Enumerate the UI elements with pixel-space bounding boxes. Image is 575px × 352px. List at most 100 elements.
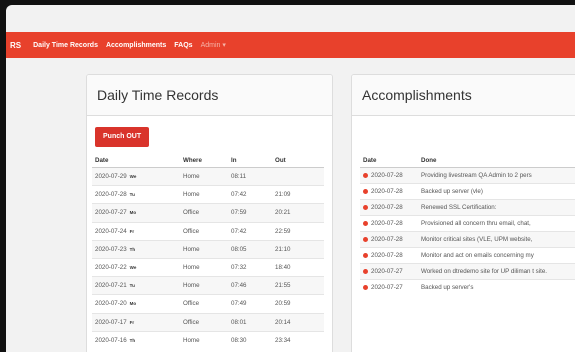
col-where: Where — [180, 154, 228, 168]
dtr-out: 21:10 — [272, 239, 324, 259]
dtr-date: 2020-07-21 — [95, 282, 127, 290]
accomplishments-panel: Accomplishments Date Done 2020-07-28 Prov… — [351, 74, 575, 352]
nav-daily-time-records[interactable]: Daily Time Records — [33, 42, 98, 49]
acc-done: Backed up server (vle) — [418, 183, 575, 200]
dtr-row: 2020-07-16 Th Home 08:30 23:34 — [92, 330, 324, 349]
acc-row: 2020-07-28 Providing livestream QA Admin … — [360, 167, 575, 184]
dtr-where: Office — [180, 312, 228, 332]
dtr-row: 2020-07-28 Tu Home 07:42 21:09 — [92, 185, 324, 204]
dtr-where: Home — [180, 257, 228, 277]
dtr-where: Home — [180, 185, 228, 204]
brand-logo[interactable]: RS — [10, 41, 21, 50]
dtr-out: 20:59 — [272, 294, 324, 313]
bullet-icon — [363, 236, 368, 242]
dtr-out: 21:09 — [272, 185, 324, 204]
col-out: Out — [272, 154, 324, 168]
acc-date: 2020-07-28 — [371, 220, 403, 227]
acc-date: 2020-07-27 — [371, 268, 403, 275]
dtr-day: Fr — [129, 319, 135, 325]
acc-done: Provisioned all concern thru email, chat… — [418, 215, 575, 232]
dtr-date: 2020-07-27 — [95, 209, 127, 217]
dtr-out: 20:21 — [272, 203, 324, 223]
acc-date-cell: 2020-07-28 — [360, 231, 418, 248]
dtr-in: 07:46 — [228, 276, 272, 295]
dtr-out: 23:34 — [272, 330, 324, 349]
dtr-date-cell: 2020-07-24 Fr — [92, 221, 180, 241]
col-acc-date: Date — [360, 154, 418, 168]
acc-date-cell: 2020-07-28 — [360, 199, 418, 216]
acc-panel-title: Accomplishments — [352, 75, 575, 116]
dtr-in: 08:05 — [228, 239, 272, 259]
dtr-day: Tu — [129, 192, 135, 198]
dtr-where: Home — [180, 330, 228, 349]
nav-accomplishments[interactable]: Accomplishments — [106, 42, 166, 49]
dtr-day: Tu — [129, 283, 135, 289]
acc-row: 2020-07-28 Monitor critical sites (VLE, U… — [360, 231, 575, 248]
acc-row: 2020-07-28 Backed up server (vle) — [360, 183, 575, 200]
dtr-day: Fr — [129, 228, 135, 234]
bullet-icon — [363, 220, 368, 226]
bullet-icon — [363, 204, 368, 210]
dtr-in: 07:42 — [228, 185, 272, 204]
top-navbar: RS Daily Time Records Accomplishments FA… — [6, 32, 575, 58]
dtr-date-cell: 2020-07-20 Mo — [92, 294, 180, 313]
dtr-where: Home — [180, 239, 228, 259]
dtr-row: 2020-07-22 We Home 07:32 18:40 — [92, 257, 324, 277]
dtr-in: 08:11 — [228, 166, 272, 186]
dtr-date-cell: 2020-07-22 We — [92, 257, 180, 277]
dtr-date-cell: 2020-07-28 Tu — [92, 185, 180, 204]
dtr-row: 2020-07-24 Fr Office 07:42 22:59 — [92, 221, 324, 241]
dtr-date-cell: 2020-07-27 Mo — [92, 203, 180, 223]
dtr-row: 2020-07-21 Tu Home 07:46 21:55 — [92, 276, 324, 295]
acc-done: Worked on dtredemo site for UP diliman t… — [418, 263, 575, 280]
bullet-icon — [363, 172, 368, 178]
dtr-date: 2020-07-29 — [95, 173, 127, 181]
punch-out-button[interactable]: Punch OUT — [95, 127, 150, 147]
acc-header-row: Date Done — [360, 154, 575, 168]
daily-time-records-panel: Daily Time Records Punch OUT Date Where … — [86, 74, 333, 352]
acc-row: 2020-07-27 Worked on dtredemo site for UP… — [360, 263, 575, 280]
acc-row: 2020-07-28 Monitor and act on emails conc… — [360, 247, 575, 264]
dtr-where: Office — [180, 221, 228, 241]
dtr-table: Date Where In Out 2020-07-29 We Home 08:11 2… — [92, 154, 324, 349]
dtr-header-row: Date Where In Out — [92, 154, 324, 168]
dtr-out: 18:40 — [272, 257, 324, 277]
admin-dropdown[interactable]: Admin ▾ — [201, 41, 226, 49]
dtr-out: 20:14 — [272, 312, 324, 332]
nav-faqs[interactable]: FAQs — [174, 42, 192, 49]
dtr-date-cell: 2020-07-23 Th — [92, 239, 180, 259]
dtr-row: 2020-07-17 Fr Office 08:01 20:14 — [92, 312, 324, 332]
acc-date: 2020-07-27 — [371, 284, 403, 291]
dtr-day: Mo — [129, 210, 137, 216]
acc-done: Providing livestream QA Admin to 2 pers — [418, 167, 575, 184]
dtr-out: 21:55 — [272, 276, 324, 295]
dtr-day: Th — [129, 337, 136, 343]
dtr-in: 07:32 — [228, 257, 272, 277]
acc-date-cell: 2020-07-28 — [360, 167, 418, 184]
acc-done: Monitor critical sites (VLE, UPM website… — [418, 231, 575, 248]
acc-date-cell: 2020-07-28 — [360, 183, 418, 200]
dtr-date-cell: 2020-07-29 We — [92, 166, 180, 186]
dtr-in: 08:01 — [228, 312, 272, 332]
acc-date: 2020-07-28 — [371, 252, 403, 259]
dtr-date: 2020-07-24 — [95, 227, 127, 235]
dtr-where: Office — [180, 294, 228, 313]
bullet-icon — [363, 252, 368, 258]
dtr-in: 07:42 — [228, 221, 272, 241]
acc-done: Renewed SSL Certification: — [418, 199, 575, 216]
dtr-day: Mo — [129, 301, 137, 307]
acc-date: 2020-07-28 — [371, 188, 403, 195]
dtr-out — [272, 166, 324, 186]
dtr-date-cell: 2020-07-17 Fr — [92, 312, 180, 332]
acc-date: 2020-07-28 — [371, 172, 403, 179]
dtr-day: We — [129, 174, 137, 180]
dtr-date: 2020-07-16 — [95, 336, 127, 344]
bullet-icon — [363, 188, 368, 194]
dtr-date: 2020-07-23 — [95, 245, 127, 253]
acc-row: 2020-07-28 Renewed SSL Certification: — [360, 199, 575, 216]
acc-row: 2020-07-28 Provisioned all concern thru e… — [360, 215, 575, 232]
dtr-where: Office — [180, 203, 228, 223]
accomplishments-table: Date Done 2020-07-28 Providing livestream… — [360, 154, 575, 295]
dtr-day: We — [129, 265, 137, 271]
col-in: In — [228, 154, 272, 168]
